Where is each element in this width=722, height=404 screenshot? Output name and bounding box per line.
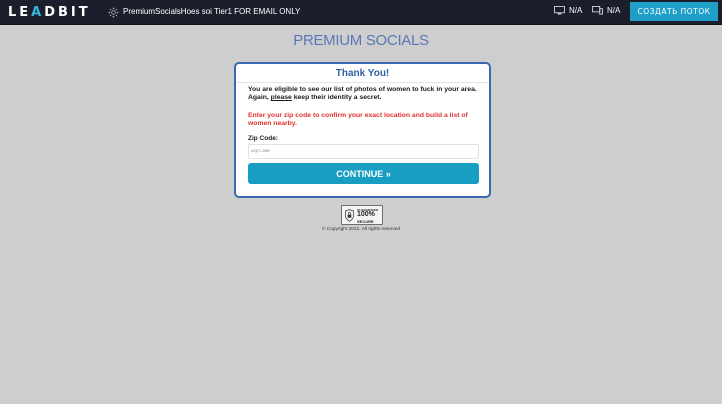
zip-code-input[interactable] (248, 144, 479, 159)
card-title: Thank You! (335, 68, 390, 79)
zip-instruction: Enter your zip code to confirm your exac… (248, 112, 468, 128)
zip-code-label: Zip Code: (248, 135, 278, 142)
secure-badge: GUARANTEED 100% SECURE (341, 205, 383, 225)
copyright-text: © Copyright 2021. All rights reserved (321, 227, 401, 232)
intro-text: You are eligible to see our list of phot… (248, 86, 477, 102)
continue-button[interactable]: CONTINUE » (248, 163, 479, 184)
stat-devices-value: N/A (607, 6, 621, 15)
badge-percent: 100% (357, 211, 375, 218)
devices-icon (592, 6, 603, 15)
stat-desktop: N/A (554, 6, 582, 15)
monitor-icon (554, 6, 565, 15)
flow-title[interactable]: PremiumSocialsHoes soi Tier1 FOR EMAIL O… (123, 7, 300, 16)
card-divider (236, 82, 489, 83)
stat-desktop-value: N/A (569, 6, 583, 15)
create-flow-button[interactable]: СОЗДАТЬ ПОТОК (630, 2, 718, 21)
stat-devices: N/A (592, 6, 620, 15)
badge-word: SECURE (357, 219, 374, 224)
leadbit-logo[interactable]: LEADBIT (8, 5, 91, 20)
lock-shield-icon (345, 209, 354, 222)
zip-form-card: Thank You! You are eligible to see our l… (234, 62, 491, 198)
top-navbar: LEADBIT PremiumSocialsHoes soi Tier1 FOR… (0, 0, 722, 25)
brand-title: PREMIUM SOCIALS (293, 32, 429, 49)
share-network-icon (108, 7, 119, 18)
